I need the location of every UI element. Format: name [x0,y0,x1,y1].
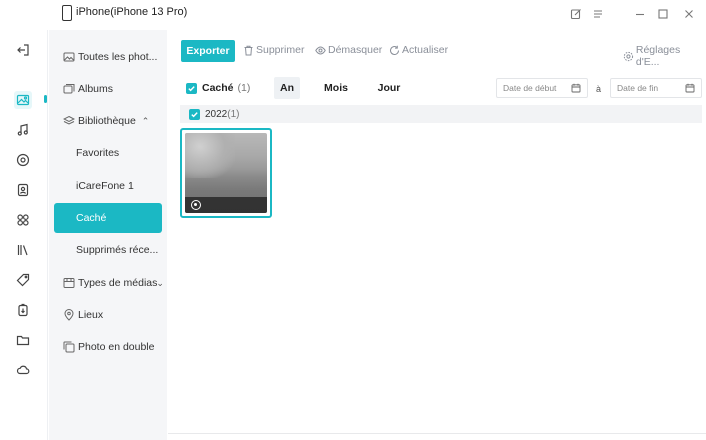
nav-media-types[interactable]: Types de médias ⌄ [54,268,162,298]
category-label: Caché [202,82,234,94]
nav-all-photos[interactable]: Toutes les phot... [54,42,162,72]
nav-duplicates[interactable]: Photo en double [54,332,162,362]
category-count: (1) [237,82,251,94]
settings-label: Réglages d'E... [635,44,681,68]
photos-icon[interactable] [14,91,32,109]
album-icon [63,83,75,95]
nav-label: iCareFone 1 [76,180,134,192]
chevron-down-icon[interactable]: ⌄ [156,278,162,289]
tab-year[interactable]: An [274,77,300,99]
tags-icon[interactable] [14,271,32,289]
active-indicator [44,95,47,103]
start-date-field[interactable]: Date de début [496,78,588,98]
icon-rail [0,30,48,440]
checkbox-checked-icon[interactable] [189,108,200,120]
hidden-badge-icon [191,200,201,210]
photo-icon [63,51,75,63]
select-all-hidden[interactable]: Caché (1) [186,82,250,94]
minimize-icon[interactable] [632,6,648,22]
location-icon [63,309,75,321]
end-date-placeholder: Date de fin [617,83,659,93]
nav-label: Bibliothèque [78,115,136,127]
edit-icon[interactable] [568,6,584,22]
files-icon[interactable] [14,331,32,349]
chevron-up-icon[interactable]: ⌃ [142,116,150,127]
backup-icon[interactable] [14,301,32,319]
refresh-label: Actualiser [402,44,449,56]
delete-button[interactable]: Supprimer [243,44,304,56]
title-bar: iPhone(iPhone 13 Pro) [0,0,706,30]
nav-favorites[interactable]: Favorites [54,138,162,168]
end-date-field[interactable]: Date de fin [610,78,702,98]
settings-button[interactable]: Réglages d'E... [623,44,706,68]
close-icon[interactable] [681,6,697,22]
video-icon[interactable] [14,151,32,169]
maximize-icon[interactable] [655,6,671,22]
nav-albums[interactable]: Albums [54,74,162,104]
nav-label: Photo en double [78,341,155,353]
filter-bar: Caché (1) An Mois Jour Date de début à D… [168,72,706,104]
back-icon[interactable] [14,41,32,59]
library-icon [63,115,75,127]
contacts-icon[interactable] [14,181,32,199]
nav-icarefone[interactable]: iCareFone 1 [54,171,162,201]
divider [168,433,706,434]
calendar-icon[interactable] [571,83,581,93]
tab-month[interactable]: Mois [321,77,351,99]
calendar-icon[interactable] [685,83,695,93]
export-button[interactable]: Exporter [181,40,235,62]
nav-label: Albums [78,83,114,95]
iphone-icon [62,5,72,21]
group-count: (1) [227,108,240,120]
nav-library[interactable]: Bibliothèque ⌃ [54,106,162,136]
refresh-button[interactable]: Actualiser [389,44,448,56]
group-year: 2022 [205,108,228,120]
checkbox-checked-icon[interactable] [186,82,197,94]
nav-label: Toutes les phot... [78,51,158,63]
start-date-placeholder: Date de début [503,83,557,93]
apps-icon[interactable] [14,211,32,229]
year-group-header[interactable]: 2022 (1) [180,105,702,123]
window-title: iPhone(iPhone 13 Pro) [76,6,188,18]
books-icon[interactable] [14,241,32,259]
photo-thumbnail[interactable] [180,128,272,218]
media-types-icon [63,277,75,289]
music-icon[interactable] [14,121,32,139]
unhide-button[interactable]: Démasquer [315,44,382,56]
date-separator: à [596,84,602,94]
nav-label: Types de médias [78,277,158,289]
tab-day[interactable]: Jour [376,77,402,99]
nav-hidden[interactable]: Caché [54,203,162,233]
cloud-icon[interactable] [14,361,32,379]
nav-label: Caché [76,212,107,224]
photo-highlight [185,133,235,178]
unhide-label: Démasquer [328,44,383,56]
nav-label: Supprimés réce... [76,244,159,256]
nav-label: Lieux [78,309,104,321]
duplicate-icon [63,341,75,353]
toolbar: Exporter Supprimer Démasquer Actualiser … [168,30,706,72]
menu-icon[interactable] [590,6,606,22]
photo-nav-panel: Toutes les phot... Albums Bibliothèque ⌃… [49,30,167,440]
delete-label: Supprimer [256,44,305,56]
nav-recently-deleted[interactable]: Supprimés réce... [54,235,162,265]
nav-label: Favorites [76,147,120,159]
nav-places[interactable]: Lieux [54,300,162,330]
photo-image [185,133,267,213]
